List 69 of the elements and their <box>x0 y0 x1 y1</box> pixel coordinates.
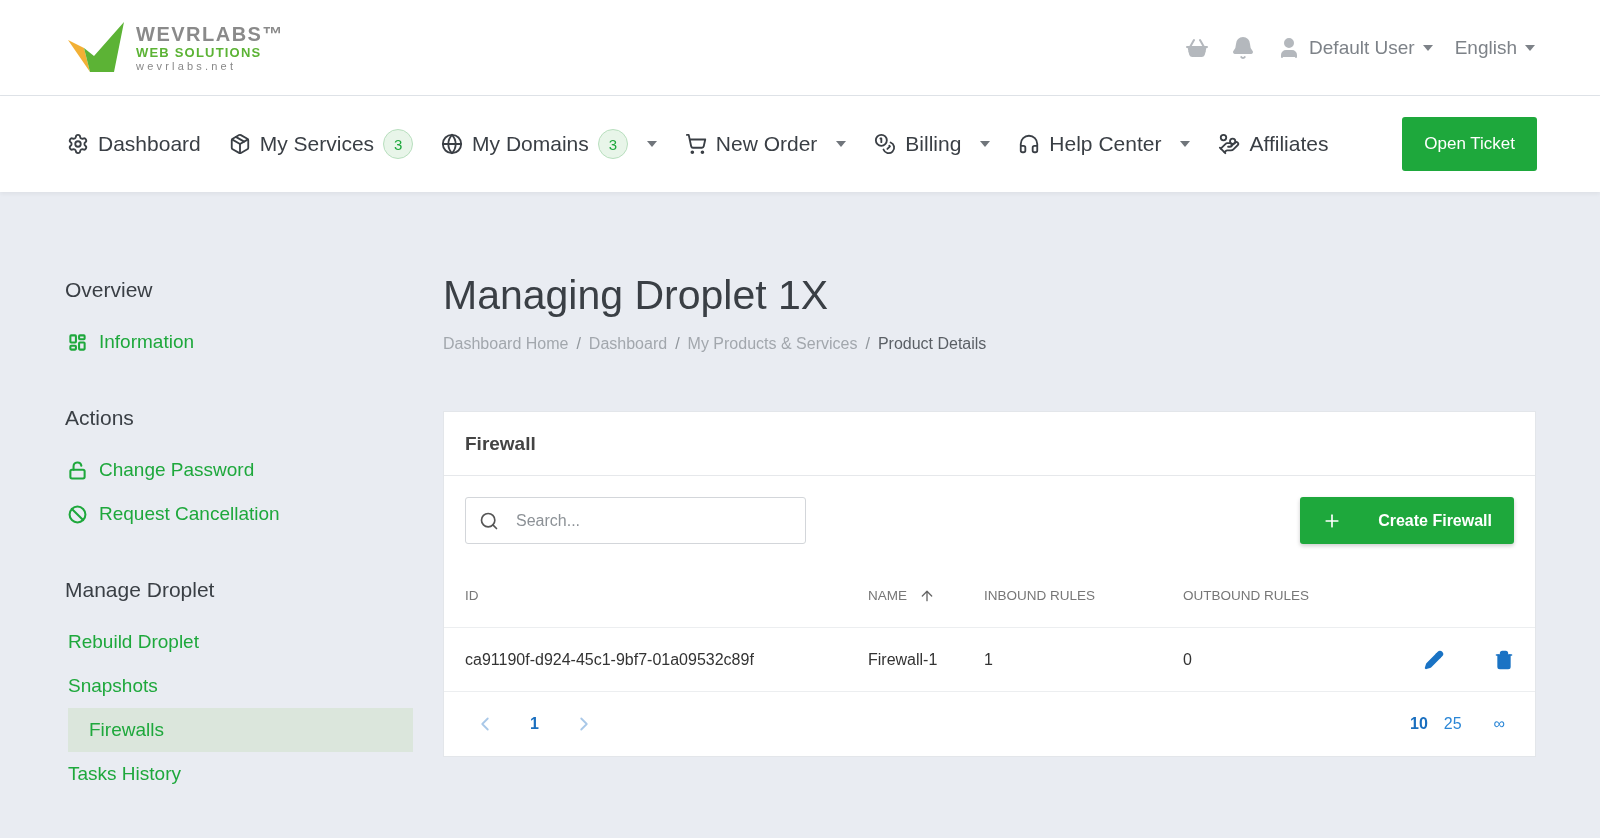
logo-tagline: WEB SOLUTIONS <box>136 45 263 59</box>
table-cell-text: ca91190f-d924-45c1-9bf7-01a09532c89f <box>465 650 755 669</box>
user-menu[interactable]: Default User <box>1277 35 1433 60</box>
sidebar-item[interactable]: Rebuild Droplet <box>68 620 413 664</box>
nav-item[interactable]: Dashboard <box>67 132 201 156</box>
column-header: ID <box>465 588 480 603</box>
page-size-link[interactable]: 10 <box>1410 715 1428 733</box>
coins-icon <box>874 133 897 155</box>
sidebar-item[interactable]: Information <box>68 320 413 364</box>
nav-label: Help Center <box>1049 132 1162 156</box>
language-menu[interactable]: English <box>1454 36 1535 59</box>
sidebar-item[interactable]: Firewalls <box>68 708 413 752</box>
nav-item[interactable]: Help Center <box>1018 132 1191 156</box>
count-badge: 3 <box>597 129 628 159</box>
column-header[interactable]: NAME <box>868 587 984 604</box>
nav-item[interactable]: Billing <box>874 132 991 156</box>
nav-label: Billing <box>905 132 962 156</box>
sidebar-item[interactable]: Snapshots <box>68 664 413 708</box>
dashboard-icon <box>68 332 87 352</box>
breadcrumb-separator: / <box>675 335 680 353</box>
box-icon <box>228 133 251 155</box>
sidebar-item[interactable]: Request Cancellation <box>68 492 413 536</box>
page-title: Managing Droplet 1X <box>443 272 830 319</box>
column-header: INBOUND RULES <box>984 588 1097 603</box>
cart-icon <box>684 133 707 155</box>
nav-item[interactable]: Affiliates <box>1218 132 1329 156</box>
page-size-link[interactable]: 25 <box>1443 715 1462 733</box>
logo-icon <box>68 21 126 74</box>
nav-label: Affiliates <box>1249 132 1329 156</box>
trash-icon[interactable] <box>1494 649 1514 670</box>
bell-icon[interactable] <box>1231 35 1256 60</box>
breadcrumb-link[interactable]: Dashboard Home <box>443 335 569 353</box>
table-cell-text: Firewall-1 <box>868 650 939 669</box>
count-badge: 3 <box>383 129 414 159</box>
nav-label: Dashboard <box>98 132 201 156</box>
headset-icon <box>1018 133 1041 155</box>
open-ticket-button[interactable]: Open Ticket <box>1402 117 1537 171</box>
page-size-link[interactable]: ∞ <box>1493 715 1505 733</box>
logo-name: WEVRLABS™ <box>136 23 284 44</box>
page-link[interactable]: 1 <box>530 715 539 733</box>
breadcrumb-link[interactable]: My Products & Services <box>687 335 858 353</box>
globe-icon <box>441 133 464 155</box>
column-header: OUTBOUND RULES <box>1183 588 1310 603</box>
create-firewall-button[interactable]: Create Firewall <box>1300 497 1514 544</box>
nav-label: My Domains <box>472 132 589 156</box>
search-field[interactable]: Search... <box>465 497 806 544</box>
sidebar-item[interactable]: Tasks History <box>68 752 413 796</box>
sidebar-item[interactable]: Change Password <box>68 448 413 492</box>
edit-icon[interactable] <box>1424 649 1444 670</box>
search-icon <box>479 511 499 531</box>
table-cell-text: 0 <box>1183 650 1193 669</box>
table-cell-text: 1 <box>984 650 994 669</box>
section-title: Manage Droplet <box>65 578 216 602</box>
nav-item[interactable]: My Services 3 <box>228 129 414 159</box>
section-title: Overview <box>65 278 154 302</box>
nav-label: New Order <box>715 132 818 156</box>
card-title: Firewall <box>465 432 536 455</box>
section-title: Actions <box>65 406 135 430</box>
nav-item[interactable]: My Domains 3 <box>441 129 657 159</box>
breadcrumb-separator: / <box>865 335 870 353</box>
breadcrumb-separator: / <box>576 335 581 353</box>
ban-icon <box>68 504 87 524</box>
unlock-icon <box>68 460 87 480</box>
nav-item[interactable]: New Order <box>684 132 847 156</box>
hand-coins-icon <box>1218 133 1241 155</box>
breadcrumb-link[interactable]: Product Details <box>877 335 987 353</box>
logo-site: wevrlabs.net <box>136 60 238 72</box>
breadcrumb-link[interactable]: Dashboard <box>588 335 668 353</box>
nav-label: My Services <box>259 132 375 156</box>
